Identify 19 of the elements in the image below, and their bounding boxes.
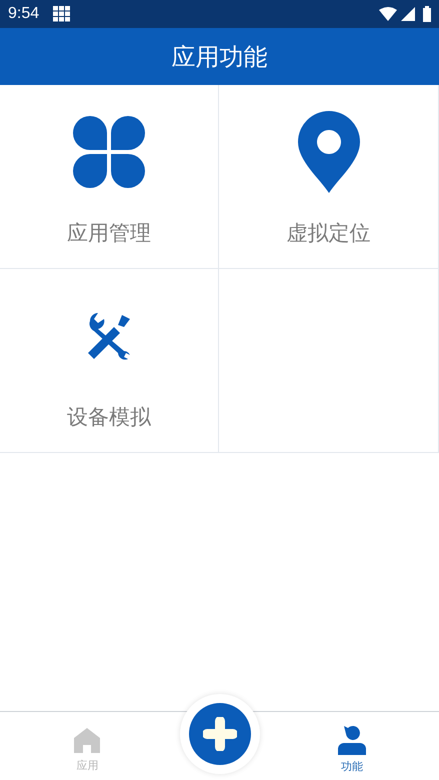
feature-tile[interactable]: 应用管理: [0, 85, 219, 269]
feature-tile[interactable]: 虚拟定位: [219, 85, 439, 269]
feature-label: 设备模拟: [67, 404, 151, 431]
nav-tab[interactable]: 功能: [264, 718, 439, 774]
grid-icon: [53, 6, 72, 22]
status-time: 9:54: [8, 5, 40, 23]
person-icon: [338, 724, 366, 754]
feature-label: 应用管理: [67, 220, 151, 247]
battery-icon: [423, 6, 431, 22]
home-icon: [73, 726, 102, 754]
feature-tile[interactable]: 设备模拟: [0, 269, 219, 453]
signal-icon: [401, 7, 415, 21]
plus-icon: [202, 717, 236, 751]
location-pin-icon: [298, 111, 360, 193]
wifi-icon: [379, 7, 397, 21]
header-title: 应用功能: [172, 42, 268, 72]
add-button[interactable]: [188, 703, 250, 765]
clover-icon: [72, 115, 146, 189]
feature-label: 虚拟定位: [286, 220, 370, 247]
